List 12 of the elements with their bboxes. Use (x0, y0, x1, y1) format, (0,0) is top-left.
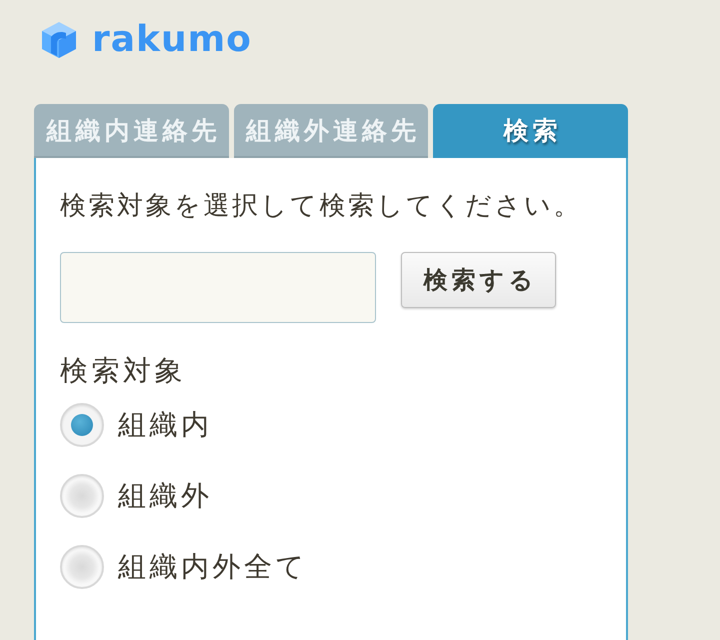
radio-label[interactable]: 組織外 (118, 478, 212, 514)
radio-button[interactable] (60, 544, 104, 588)
radio-label[interactable]: 組織内外全て (118, 548, 308, 584)
instruction-text: 検索対象を選択して検索してください。 (60, 190, 583, 223)
search-button[interactable]: 検索する (401, 252, 556, 308)
logo-icon (40, 21, 78, 59)
radio-label[interactable]: 組織内 (118, 406, 212, 442)
radio-button[interactable] (60, 474, 104, 518)
scope-label: 検索対象 (60, 353, 187, 389)
logo-text: rakumo (92, 22, 252, 58)
radio-button[interactable] (60, 402, 104, 446)
search-input-field[interactable] (60, 252, 376, 323)
